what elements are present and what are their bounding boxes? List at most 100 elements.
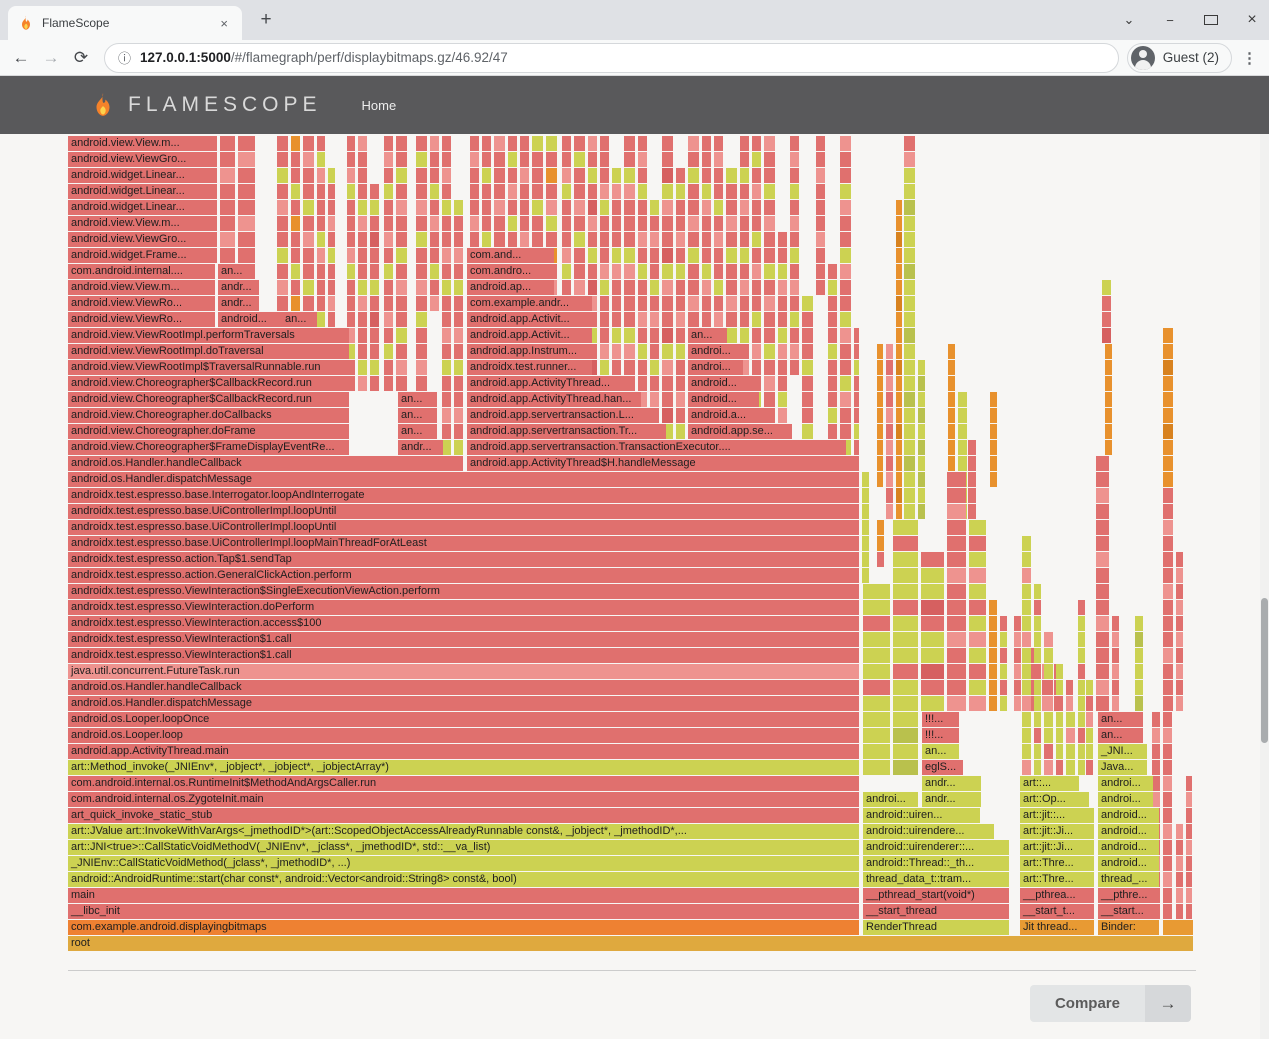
frame-fragment[interactable] [1096, 472, 1109, 487]
frame-fragment[interactable] [1135, 632, 1143, 647]
browser-tab-flamescope[interactable]: FlameScope × [8, 6, 242, 40]
frame-fragment[interactable] [624, 136, 635, 151]
frame-fragment[interactable] [442, 328, 451, 343]
frame-fragment[interactable] [752, 248, 761, 263]
frame-fragment[interactable] [1022, 760, 1031, 775]
frame-fragment[interactable] [508, 200, 517, 215]
frame[interactable]: art::Method_invoke(_JNIEnv*, _jobject*, … [68, 760, 859, 775]
frame-fragment[interactable] [1096, 520, 1109, 535]
frame-fragment[interactable] [840, 280, 851, 295]
frame-fragment[interactable] [1163, 472, 1173, 487]
frame-fragment[interactable] [726, 328, 737, 343]
frame-fragment[interactable] [790, 136, 799, 151]
frame[interactable]: art::JValue art::InvokeWithVarArgs<_jmet… [68, 824, 859, 839]
frame-fragment[interactable] [790, 232, 799, 247]
frame-fragment[interactable] [947, 616, 966, 631]
frame-fragment[interactable] [896, 344, 902, 359]
frame-fragment[interactable] [442, 280, 451, 295]
frame-fragment[interactable] [1112, 680, 1119, 695]
frame-fragment[interactable] [688, 264, 699, 279]
frame-fragment[interactable] [482, 136, 491, 151]
frame[interactable]: androidx.test.espresso.ViewInteraction$S… [68, 584, 859, 599]
frame[interactable]: android.app.ActivityThread$H.handleMessa… [467, 456, 856, 471]
frame-fragment[interactable] [688, 152, 699, 167]
frame-fragment[interactable] [396, 136, 407, 151]
compare-button[interactable]: Compare → [1029, 985, 1191, 1022]
frame-fragment[interactable] [1163, 744, 1172, 759]
frame-fragment[interactable] [816, 168, 825, 183]
frame-fragment[interactable] [662, 328, 673, 343]
frame[interactable]: __start_thread [863, 904, 1009, 919]
frame-fragment[interactable] [904, 424, 915, 439]
frame-fragment[interactable] [863, 696, 890, 711]
frame-fragment[interactable] [328, 280, 335, 295]
frame-fragment[interactable] [863, 760, 890, 775]
frame-fragment[interactable] [1102, 312, 1111, 327]
frame-fragment[interactable] [624, 216, 635, 231]
frame-fragment[interactable] [1014, 616, 1021, 631]
frame-fragment[interactable] [454, 216, 463, 231]
frame[interactable]: art::JNI<true>::CallStaticVoidMethodV(_J… [68, 840, 859, 855]
frame-fragment[interactable] [396, 328, 407, 343]
frame-fragment[interactable] [612, 264, 621, 279]
frame-fragment[interactable] [764, 264, 775, 279]
frame-fragment[interactable] [904, 328, 915, 343]
frame-fragment[interactable] [574, 184, 585, 199]
frame-fragment[interactable] [546, 168, 557, 183]
frame-fragment[interactable] [1163, 488, 1173, 503]
frame-fragment[interactable] [1034, 728, 1041, 743]
frame-fragment[interactable] [947, 520, 966, 535]
frame-fragment[interactable] [358, 376, 367, 391]
frame-fragment[interactable] [638, 312, 647, 327]
frame-fragment[interactable] [1105, 360, 1112, 375]
frame[interactable]: art_quick_invoke_static_stub [68, 808, 859, 823]
frame-fragment[interactable] [638, 200, 647, 215]
frame-fragment[interactable] [886, 456, 893, 471]
frame-fragment[interactable] [990, 440, 997, 455]
frame-fragment[interactable] [520, 168, 529, 183]
frame-fragment[interactable] [600, 184, 609, 199]
frame-fragment[interactable] [532, 232, 543, 247]
frame-fragment[interactable] [764, 136, 775, 151]
frame-fragment[interactable] [358, 264, 367, 279]
frame-fragment[interactable] [1163, 392, 1173, 407]
frame[interactable]: art::... [1020, 776, 1079, 791]
frame[interactable]: andr... [398, 440, 443, 455]
frame-fragment[interactable] [893, 760, 918, 775]
frame[interactable]: _JNIEnv::CallStaticVoidMethod(_jclass*, … [68, 856, 859, 871]
frame-fragment[interactable] [1034, 680, 1041, 695]
scrollbar-thumb[interactable] [1261, 598, 1268, 743]
frame-fragment[interactable] [854, 440, 859, 455]
frame-fragment[interactable] [600, 168, 609, 183]
frame-fragment[interactable] [520, 184, 529, 199]
frame-fragment[interactable] [624, 200, 635, 215]
frame[interactable]: android.os.Looper.loop [68, 728, 859, 743]
frame-fragment[interactable] [778, 408, 787, 423]
frame[interactable]: android.app.Instrum... [467, 344, 592, 359]
frame-fragment[interactable] [816, 280, 825, 295]
frame[interactable]: eglS... [922, 760, 963, 775]
frame-fragment[interactable] [303, 152, 314, 167]
frame-fragment[interactable] [1044, 744, 1053, 759]
frame-fragment[interactable] [1022, 552, 1031, 567]
frame-fragment[interactable] [968, 440, 976, 455]
frame-fragment[interactable] [904, 184, 915, 199]
frame-fragment[interactable] [1056, 712, 1063, 727]
frame-fragment[interactable] [896, 392, 902, 407]
frame-fragment[interactable] [1176, 696, 1183, 711]
frame-fragment[interactable] [904, 232, 915, 247]
frame-fragment[interactable] [702, 152, 711, 167]
frame-fragment[interactable] [740, 184, 749, 199]
frame-fragment[interactable] [904, 456, 915, 471]
frame-fragment[interactable] [893, 536, 918, 551]
frame-fragment[interactable] [638, 296, 647, 311]
frame-fragment[interactable] [650, 392, 659, 407]
frame-fragment[interactable] [416, 264, 427, 279]
frame-fragment[interactable] [969, 520, 986, 535]
frame-fragment[interactable] [454, 376, 463, 391]
frame-fragment[interactable] [840, 360, 851, 375]
frame-fragment[interactable] [802, 312, 813, 327]
frame-fragment[interactable] [828, 376, 837, 391]
frame-fragment[interactable] [918, 424, 925, 439]
frame-fragment[interactable] [958, 408, 967, 423]
